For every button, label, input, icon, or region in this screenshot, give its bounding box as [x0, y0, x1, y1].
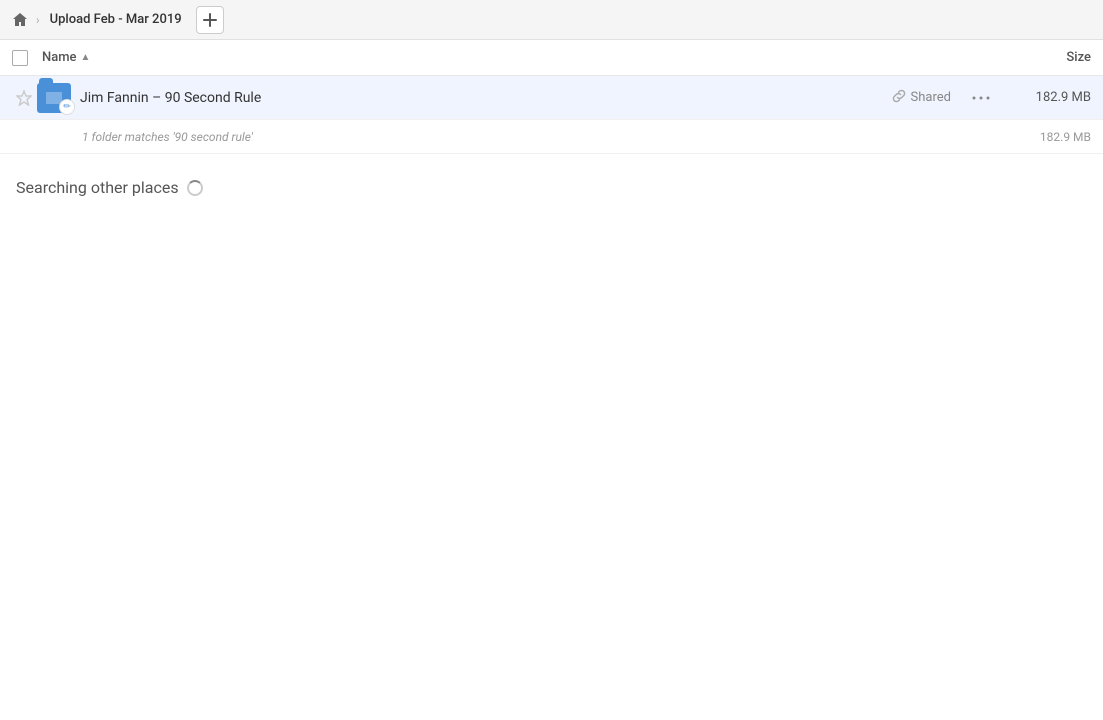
sort-arrow-icon: ▲ — [81, 52, 91, 63]
home-button[interactable] — [8, 8, 32, 32]
file-size: 182.9 MB — [1011, 90, 1091, 105]
breadcrumb-separator: › — [36, 13, 40, 27]
size-column-header: Size — [991, 50, 1091, 65]
column-header: Name ▲ Size — [0, 40, 1103, 76]
checkbox-square[interactable] — [12, 50, 28, 66]
breadcrumb-title: Upload Feb - Mar 2019 — [44, 10, 188, 29]
name-column-label: Name — [42, 50, 77, 65]
file-name: Jim Fannin – 90 Second Rule — [80, 90, 892, 106]
link-icon — [892, 89, 906, 107]
shared-label: Shared — [911, 90, 951, 105]
file-row[interactable]: ✏ Jim Fannin – 90 Second Rule Shared 182… — [0, 76, 1103, 120]
select-all-checkbox[interactable] — [12, 50, 42, 66]
folder-icon: ✏ — [36, 80, 72, 116]
shared-badge[interactable]: Shared — [892, 89, 951, 107]
match-size: 182.9 MB — [1011, 130, 1091, 144]
topbar: › Upload Feb - Mar 2019 — [0, 0, 1103, 40]
name-column-header[interactable]: Name ▲ — [42, 50, 991, 65]
match-info-row: 1 folder matches '90 second rule' 182.9 … — [0, 120, 1103, 154]
pen-badge-icon: ✏ — [59, 99, 75, 115]
searching-label: Searching other places — [16, 178, 179, 197]
loading-spinner — [187, 180, 203, 196]
more-options-button[interactable] — [967, 84, 995, 112]
star-icon[interactable] — [12, 86, 36, 110]
add-tab-button[interactable] — [196, 6, 224, 34]
match-text: 1 folder matches '90 second rule' — [82, 130, 1011, 144]
searching-text: Searching other places — [16, 178, 1087, 197]
searching-section: Searching other places — [0, 154, 1103, 221]
